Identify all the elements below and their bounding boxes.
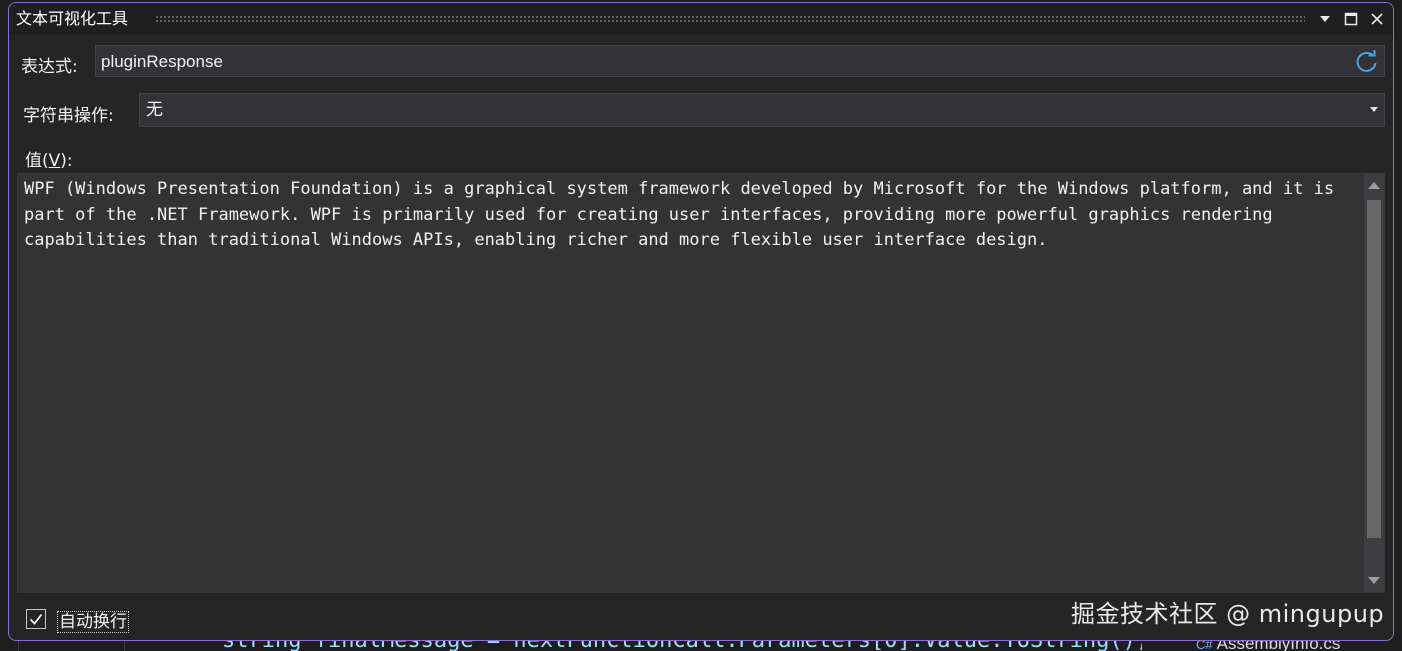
refresh-button[interactable] — [1354, 49, 1380, 75]
title-bar[interactable]: 文本可视化工具 — [9, 3, 1393, 35]
expression-field[interactable]: pluginResponse — [95, 45, 1385, 77]
value-label-suffix: ): — [60, 151, 73, 171]
title-bar-grip[interactable] — [155, 15, 1305, 22]
close-button[interactable] — [1366, 7, 1388, 31]
text-visualizer-window: 文本可视化工具 表达式: pluginResponse 字符串操作: 无 值(V… — [8, 2, 1394, 641]
scroll-down-arrow-icon[interactable] — [1368, 577, 1380, 584]
vertical-scrollbar[interactable] — [1364, 174, 1384, 592]
window-title: 文本可视化工具 — [16, 9, 129, 28]
value-text-area[interactable]: WPF (Windows Presentation Foundation) is… — [17, 173, 1385, 593]
value-label-prefix: 值( — [25, 151, 49, 171]
scroll-up-arrow-icon[interactable] — [1368, 182, 1380, 189]
value-label: 值(V): — [25, 146, 73, 171]
chevron-down-icon — [1370, 107, 1378, 112]
maximize-button[interactable] — [1340, 7, 1362, 31]
expression-label: 表达式: — [21, 57, 78, 77]
scroll-thumb[interactable] — [1367, 200, 1381, 538]
close-icon — [1371, 13, 1383, 25]
string-operation-label: 字符串操作: — [23, 106, 114, 126]
window-dropdown-button[interactable] — [1314, 7, 1336, 31]
checkmark-icon — [29, 613, 43, 625]
maximize-icon — [1344, 12, 1358, 26]
refresh-icon — [1356, 50, 1377, 72]
word-wrap-checkbox[interactable] — [26, 609, 46, 629]
value-label-mnemonic: V — [48, 151, 61, 171]
expression-value[interactable]: pluginResponse — [101, 52, 223, 72]
watermark: 掘金技术社区 @ mingupup — [1071, 600, 1385, 628]
word-wrap-label[interactable]: 自动换行 — [57, 611, 129, 633]
string-operation-value: 无 — [146, 100, 163, 120]
string-operation-select[interactable]: 无 — [139, 93, 1385, 127]
value-text[interactable]: WPF (Windows Presentation Foundation) is… — [24, 177, 1362, 254]
chevron-down-icon — [1320, 16, 1330, 22]
